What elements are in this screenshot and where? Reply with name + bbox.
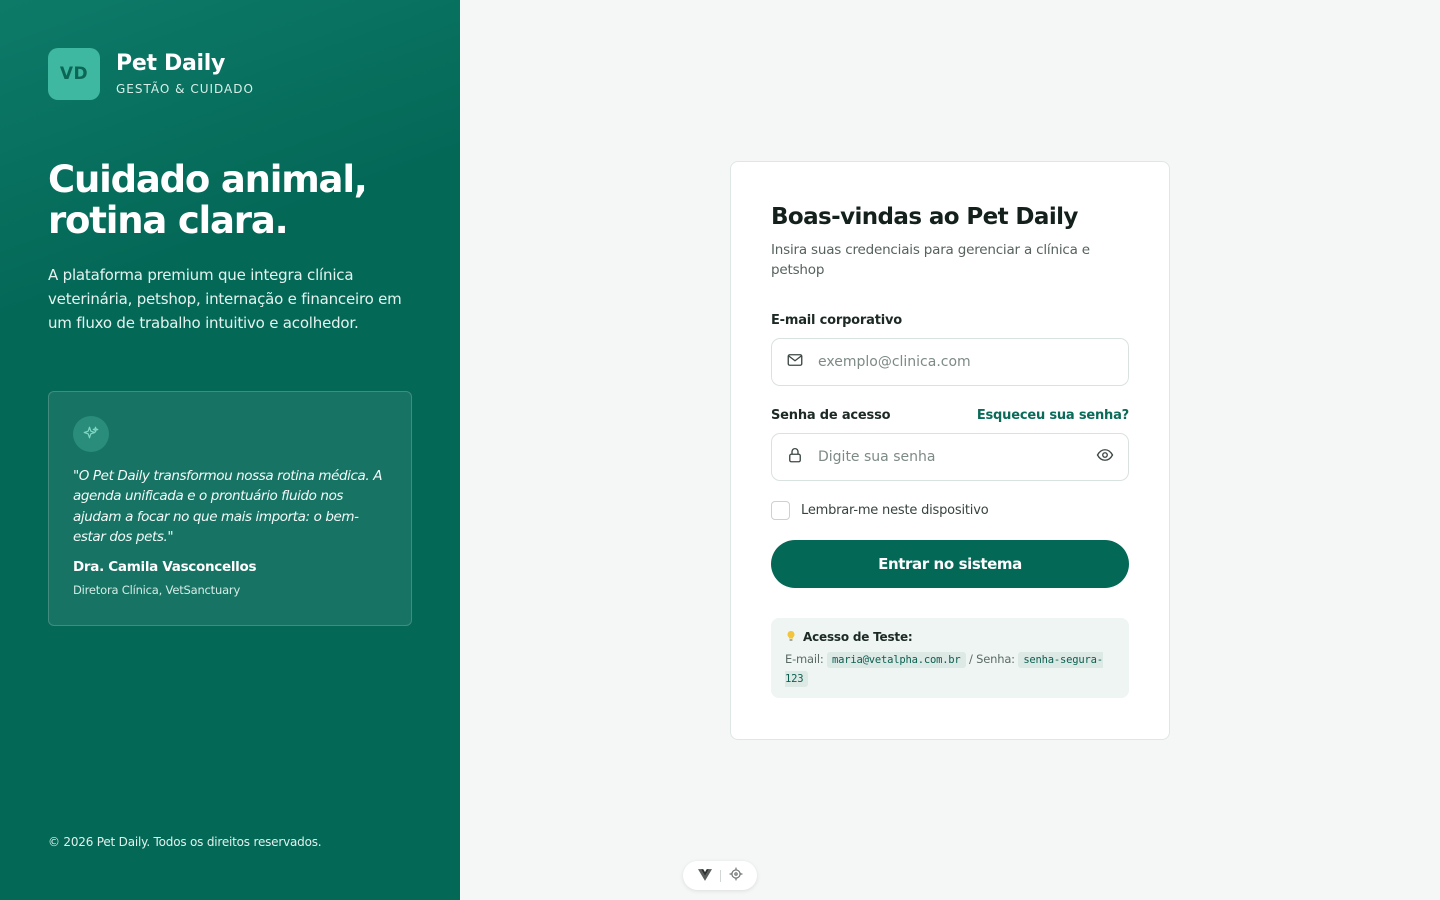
test-email-prefix: E-mail:: [785, 651, 824, 666]
target-icon[interactable]: [729, 866, 743, 885]
remember-label: Lembrar-me neste dispositivo: [801, 502, 989, 518]
hero-lead: A plataforma premium que integra clínica…: [48, 266, 402, 333]
brand-tagline: GESTÃO & CUIDADO: [116, 82, 254, 97]
login-card: Boas-vindas ao Pet Daily Insira suas cre…: [730, 161, 1170, 740]
submit-button[interactable]: Entrar no sistema: [771, 539, 1129, 588]
test-access-box: Acesso de Teste: E-mail: maria@vetalpha.…: [771, 617, 1129, 698]
password-label: Senha de acesso: [771, 407, 891, 423]
lock-icon: [786, 446, 804, 468]
brand-name: Pet Daily: [116, 50, 226, 76]
eye-icon[interactable]: [1096, 446, 1114, 468]
email-field[interactable]: [771, 337, 1129, 386]
remember-row: Lembrar-me neste dispositivo: [771, 500, 1129, 520]
test-separator: / Senha:: [969, 651, 1015, 666]
email-label: E-mail corporativo: [771, 312, 902, 328]
brand-panel: VD Pet Daily GESTÃO & CUIDADO Cuidado an…: [0, 0, 460, 900]
login-title: Boas-vindas ao Pet Daily: [771, 204, 1078, 230]
hero-headline: Cuidado animal, rotina clara.: [48, 158, 368, 242]
test-email: maria@vetalpha.com.br: [827, 651, 966, 668]
sparkle-icon: [73, 416, 109, 452]
copyright: © 2026 Pet Daily. Todos os direitos rese…: [48, 835, 322, 849]
password-field[interactable]: [771, 432, 1129, 481]
remember-checkbox[interactable]: [771, 500, 790, 520]
brand-header: VD Pet Daily GESTÃO & CUIDADO: [48, 48, 412, 100]
password-input[interactable]: [818, 448, 1082, 465]
logo: VD: [48, 48, 100, 100]
vue-icon[interactable]: [697, 866, 712, 885]
login-subtitle: Insira suas credenciais para gerenciar a…: [771, 242, 1090, 279]
toolbar-divider: [719, 869, 721, 882]
testimonial-card: "O Pet Daily transformou nossa rotina mé…: [48, 391, 412, 626]
forgot-password-link[interactable]: Esqueceu sua senha?: [977, 408, 1129, 423]
testimonial-role: Diretora Clínica, VetSanctuary: [73, 583, 241, 597]
mail-icon: [786, 351, 804, 373]
testimonial-quote: "O Pet Daily transformou nossa rotina mé…: [73, 468, 383, 545]
lightbulb-icon: [785, 630, 797, 645]
email-input[interactable]: [818, 353, 1114, 370]
dev-toolbar: [683, 861, 757, 890]
test-access-title: Acesso de Teste:: [803, 630, 913, 644]
testimonial-author: Dra. Camila Vasconcellos: [73, 559, 257, 575]
